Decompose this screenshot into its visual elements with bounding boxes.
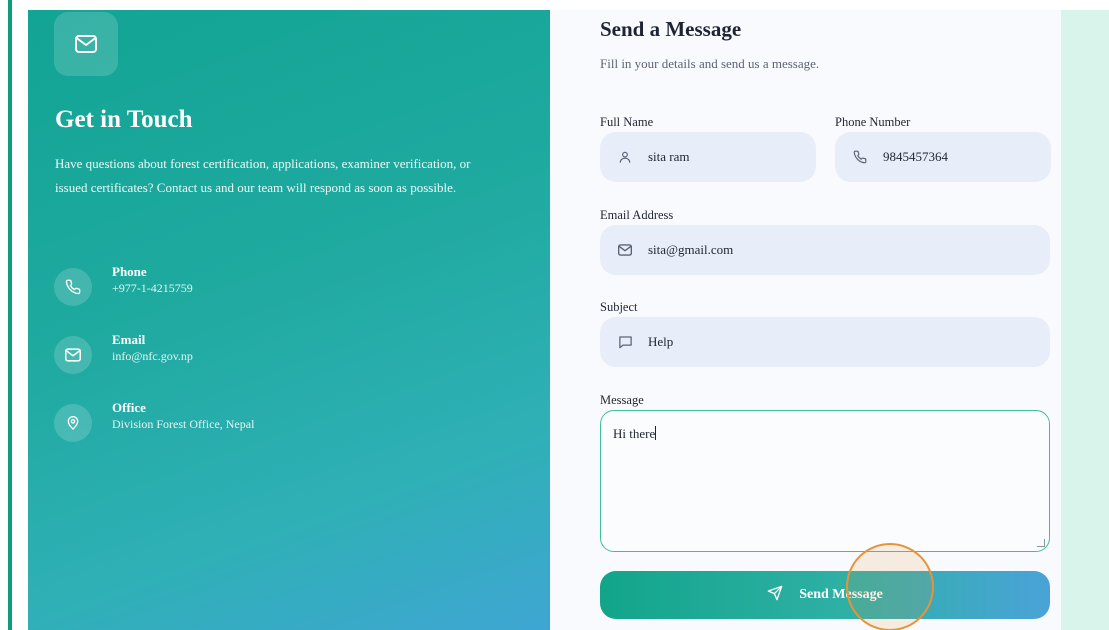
send-icon xyxy=(767,585,783,606)
message-value: Hi there xyxy=(613,426,656,441)
subject-value: Help xyxy=(648,334,674,349)
contact-label: Email xyxy=(112,332,146,347)
full-name-value: sita ram xyxy=(648,149,690,164)
chat-icon xyxy=(616,333,634,351)
contact-label: Office xyxy=(112,400,146,415)
contact-value: +977-1-4215759 xyxy=(112,281,193,295)
full-name-field[interactable]: sita ram xyxy=(600,132,816,182)
contact-email: Email info@nfc.gov.np xyxy=(54,332,193,374)
contact-phone: Phone +977-1-4215759 xyxy=(54,264,193,306)
user-icon xyxy=(616,148,634,166)
contact-office: Office Division Forest Office, Nepal xyxy=(54,400,254,442)
send-message-button[interactable]: Send Message xyxy=(600,571,1050,619)
contact-info-panel: Get in Touch Have questions about forest… xyxy=(28,10,550,630)
click-indicator xyxy=(846,543,934,630)
phone-value: 9845457364 xyxy=(883,149,948,164)
email-field[interactable]: sita@gmail.com xyxy=(600,225,1050,275)
form-title: Send a Message xyxy=(600,17,742,41)
map-pin-icon xyxy=(54,404,92,442)
form-subtitle: Fill in your details and send us a messa… xyxy=(600,56,820,71)
email-value: sita@gmail.com xyxy=(648,242,734,257)
contact-value: info@nfc.gov.np xyxy=(112,349,193,363)
phone-icon xyxy=(54,268,92,306)
mail-icon xyxy=(54,12,118,76)
left-accent-bar xyxy=(8,0,12,630)
text-caret xyxy=(655,426,657,440)
subject-field[interactable]: Help xyxy=(600,317,1050,367)
mail-icon xyxy=(616,241,634,259)
panel-description: Have questions about forest certificatio… xyxy=(55,156,471,195)
mail-icon xyxy=(54,336,92,374)
full-name-label: Full Name xyxy=(600,115,654,129)
phone-label: Phone Number xyxy=(835,115,911,129)
message-form: Send a Message Fill in your details and … xyxy=(550,10,1061,630)
phone-field[interactable]: 9845457364 xyxy=(835,132,1051,182)
panel-title: Get in Touch xyxy=(55,106,193,133)
contact-value: Division Forest Office, Nepal xyxy=(112,417,255,431)
message-textarea[interactable]: Hi there xyxy=(600,410,1050,552)
contact-label: Phone xyxy=(112,264,147,279)
email-label: Email Address xyxy=(600,208,674,222)
phone-icon xyxy=(851,148,869,166)
subject-label: Subject xyxy=(600,300,638,314)
message-label: Message xyxy=(600,393,644,407)
resize-handle[interactable] xyxy=(1037,539,1045,547)
